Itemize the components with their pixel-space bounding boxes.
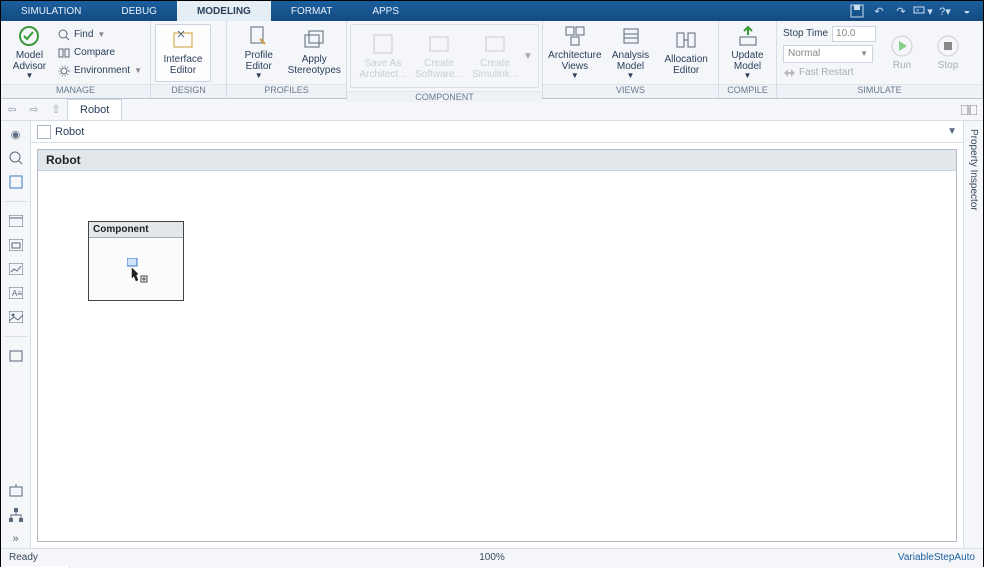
interface-editor-icon (172, 29, 194, 51)
tab-simulation[interactable]: SIMULATION (1, 1, 101, 21)
group-label-views: VIEWS (543, 84, 718, 98)
component-block[interactable]: Component (88, 221, 184, 301)
create-simulink-button: Create Simulink... (467, 27, 523, 85)
group-label-compile: COMPILE (719, 84, 776, 98)
breadcrumb-root[interactable]: Robot (55, 126, 84, 138)
analysis-model-button[interactable]: Analysis Model▼ (603, 24, 659, 82)
nav-up-icon[interactable]: ⇧ (45, 99, 67, 120)
breadcrumb-model-icon[interactable] (37, 125, 51, 139)
canvas[interactable]: Robot Component (37, 149, 957, 542)
model-advisor-button[interactable]: Model Advisor▼ (5, 24, 54, 82)
gear-icon (58, 65, 70, 77)
group-label-design: DESIGN (151, 84, 226, 98)
work-area: ◉ A≡ » Robot ▼ Robot Component (1, 121, 983, 548)
palette-eye-icon[interactable]: ◉ (7, 125, 25, 143)
tab-apps[interactable]: APPS (352, 1, 419, 21)
analysis-icon (620, 25, 642, 47)
breadcrumb: Robot ▼ (31, 121, 963, 143)
document-tabbar: ⇦ ⇨ ⇧ Robot (1, 99, 983, 121)
nav-back-icon[interactable]: ⇦ (1, 99, 23, 120)
stop-button: Stop (928, 24, 968, 82)
status-solver[interactable]: VariableStepAuto (898, 552, 975, 563)
allocation-icon (675, 29, 697, 51)
profile-icon (248, 25, 270, 47)
apply-stereotypes-button[interactable]: Apply Stereotypes (287, 24, 343, 82)
component-label: Component (89, 222, 183, 238)
allocation-editor-button[interactable]: Allocation Editor (658, 24, 714, 82)
tile-windows-icon[interactable] (955, 99, 983, 120)
status-zoom[interactable]: 100% (479, 552, 505, 563)
stop-icon (937, 35, 959, 57)
status-ready: Ready (9, 552, 38, 563)
palette-expand-icon[interactable]: » (7, 530, 25, 548)
create-sim-icon (484, 33, 506, 55)
tab-format[interactable]: FORMAT (271, 1, 352, 21)
svg-text:A≡: A≡ (12, 289, 22, 298)
arch-views-icon (564, 25, 586, 47)
canvas-title: Robot (38, 150, 956, 171)
minimize-ribbon-icon[interactable]: ◒ (957, 3, 977, 19)
file-tab-robot[interactable]: Robot (67, 99, 122, 120)
sim-mode-dropdown[interactable]: Normal▼ (783, 45, 873, 63)
undo-icon[interactable]: ↶ (869, 3, 889, 19)
palette-window-icon[interactable] (7, 212, 25, 230)
group-label-profiles: PROFILES (227, 84, 346, 98)
stop-time-row: Stop Time (783, 25, 876, 43)
goto-icon[interactable]: »▾ (913, 3, 933, 19)
create-software-button: Create Software... (411, 27, 467, 85)
save-arch-icon (372, 33, 394, 55)
compare-icon (58, 47, 70, 59)
fast-restart-icon (783, 68, 795, 78)
palette-rect-icon[interactable] (7, 347, 25, 365)
play-icon (891, 35, 913, 57)
find-button[interactable]: Find ▼ (54, 26, 146, 44)
group-label-manage: MANAGE (1, 84, 150, 98)
status-bar: Ready 100% VariableStepAuto (1, 548, 983, 566)
check-icon (18, 25, 40, 47)
nav-forward-icon[interactable]: ⇨ (23, 99, 45, 120)
property-inspector-tab[interactable]: Property Inspector (963, 121, 983, 548)
tab-debug[interactable]: DEBUG (101, 1, 177, 21)
update-model-button[interactable]: Update Model▼ (723, 24, 772, 82)
interface-editor-button[interactable]: Interface Editor (155, 24, 211, 82)
architecture-views-button[interactable]: Architecture Views▼ (547, 24, 603, 82)
palette-zoom-icon[interactable] (7, 149, 25, 167)
palette-fit-icon[interactable] (7, 173, 25, 191)
update-icon (737, 25, 759, 47)
breadcrumb-dropdown-icon[interactable]: ▼ (947, 126, 957, 137)
run-button: Run (882, 24, 922, 82)
environment-button[interactable]: Environment ▼ (54, 62, 146, 80)
create-sw-icon (428, 33, 450, 55)
stop-time-label: Stop Time (783, 28, 828, 39)
save-icon[interactable] (847, 3, 867, 19)
editor: Robot ▼ Robot Component (31, 121, 963, 548)
redo-icon[interactable]: ↷ (891, 3, 911, 19)
quick-access-toolbar: ↶ ↷ »▾ ?▾ ◒ (847, 1, 983, 21)
group-label-simulate: SIMULATE (777, 84, 982, 98)
search-icon (58, 29, 70, 41)
palette-image-icon[interactable] (7, 308, 25, 326)
help-icon[interactable]: ?▾ (935, 3, 955, 19)
fast-restart-toggle[interactable]: Fast Restart (783, 65, 876, 81)
add-signal-cursor-icon (127, 258, 149, 284)
palette-chart-icon[interactable] (7, 260, 25, 278)
stop-time-input[interactable] (832, 26, 876, 42)
palette-hierarchy-icon[interactable] (7, 506, 25, 524)
palette-text-icon[interactable]: A≡ (7, 284, 25, 302)
compare-button[interactable]: Compare (54, 44, 146, 62)
stereotype-icon (303, 29, 325, 51)
ribbon: Model Advisor▼ Find ▼ Compare Environmen… (1, 21, 983, 99)
palette-sidebar: ◉ A≡ » (1, 121, 31, 548)
palette-model-icon[interactable] (7, 236, 25, 254)
profile-editor-button[interactable]: Profile Editor▼ (231, 24, 287, 82)
palette-scope-icon[interactable] (7, 482, 25, 500)
tab-modeling[interactable]: MODELING (177, 1, 271, 21)
save-as-architecture-button: Save As Architect... (355, 27, 411, 85)
main-tabstrip: SIMULATION DEBUG MODELING FORMAT APPS ↶ … (1, 1, 983, 21)
